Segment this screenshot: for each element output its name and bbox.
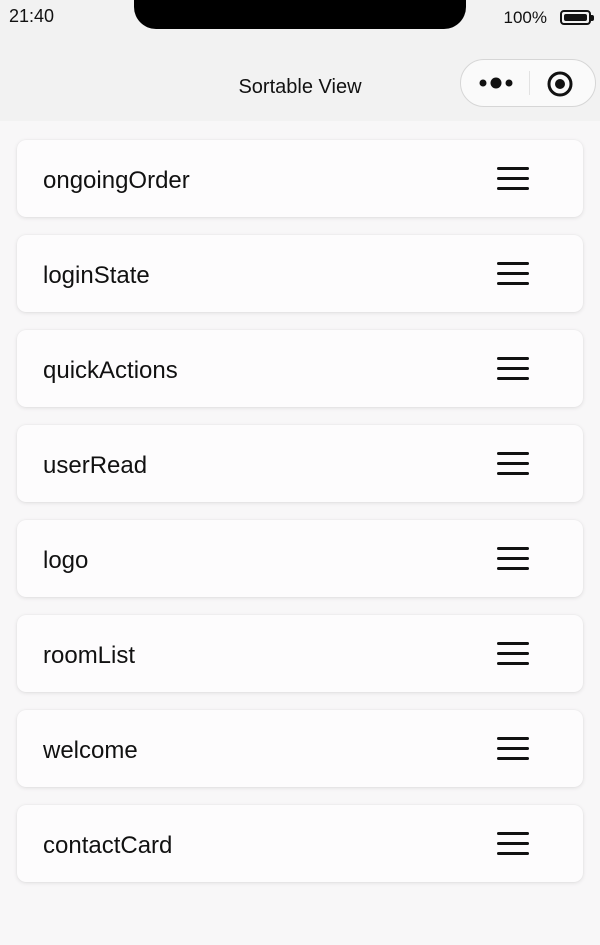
list-item-label: ongoingOrder [43, 167, 190, 194]
battery-icon [560, 10, 594, 25]
list-item-label: loginState [43, 262, 150, 289]
drag-handle-icon[interactable] [495, 640, 531, 668]
drag-handle-icon[interactable] [495, 450, 531, 478]
battery-percent: 100% [503, 8, 547, 27]
drag-handle-icon[interactable] [495, 355, 531, 383]
list-item-label: quickActions [43, 357, 178, 384]
drag-handle-icon[interactable] [495, 545, 531, 573]
drag-handle-icon[interactable] [495, 165, 531, 193]
list-item[interactable]: userRead [17, 425, 583, 502]
list-item-label: roomList [43, 642, 136, 669]
drag-handle-icon[interactable] [495, 735, 531, 763]
app-screen: 21:40 100% Sortable View ongoingOrder lo… [0, 0, 600, 945]
list-item-label: contactCard [43, 832, 173, 859]
drag-handle-icon[interactable] [495, 830, 531, 858]
list-item[interactable]: roomList [17, 615, 583, 692]
list-item[interactable]: logo [17, 520, 583, 597]
list-item-label: logo [43, 547, 89, 574]
sortable-list: ongoingOrder loginState quickActions use… [17, 140, 583, 900]
list-item-label: welcome [43, 737, 138, 764]
nav-bar: Sortable View [0, 36, 600, 121]
list-item[interactable]: quickActions [17, 330, 583, 407]
miniprogram-capsule [460, 59, 596, 107]
capsule-divider [529, 71, 530, 95]
target-close-icon[interactable] [545, 69, 575, 99]
list-item-label: userRead [43, 452, 148, 479]
list-item[interactable]: ongoingOrder [17, 140, 583, 217]
status-time: 21:40 [9, 6, 55, 26]
drag-handle-icon[interactable] [495, 260, 531, 288]
status-bar: 21:40 100% [0, 0, 600, 36]
list-item[interactable]: contactCard [17, 805, 583, 882]
device-notch [134, 0, 466, 29]
more-dots-icon[interactable] [475, 68, 525, 98]
list-item[interactable]: loginState [17, 235, 583, 312]
list-item[interactable]: welcome [17, 710, 583, 787]
